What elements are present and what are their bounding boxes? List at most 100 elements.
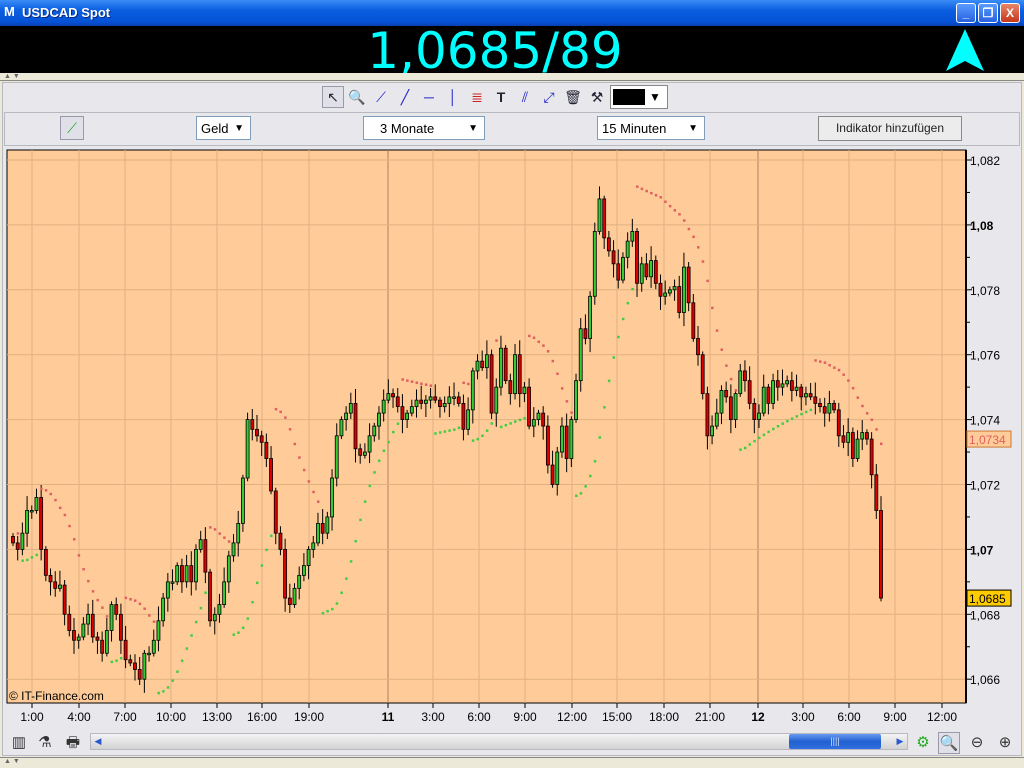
settings-icon[interactable]: ⚙ bbox=[912, 732, 934, 754]
add-indicator-button[interactable]: Indikator hinzufügen bbox=[818, 116, 962, 141]
fibonacci-icon[interactable]: ≣ bbox=[466, 86, 488, 108]
sar-dot bbox=[819, 360, 822, 363]
price-type-select[interactable]: Geld ▼ bbox=[196, 116, 251, 140]
collapse-strip-bottom[interactable]: ▲ ▼ bbox=[0, 757, 1024, 768]
candle-body bbox=[395, 396, 400, 408]
channel-icon[interactable]: ⫽ bbox=[514, 86, 536, 108]
scroll-thumb[interactable]: |||| bbox=[789, 734, 881, 749]
candle-body bbox=[560, 425, 564, 453]
candle-body bbox=[180, 565, 184, 583]
sar-dot bbox=[565, 400, 569, 403]
close-button[interactable]: X bbox=[1000, 3, 1020, 23]
sar-dot bbox=[302, 468, 306, 472]
sar-dot bbox=[668, 204, 672, 208]
indicators-icon[interactable]: ⚗ bbox=[34, 732, 56, 754]
candle-body bbox=[846, 432, 851, 443]
sar-dot bbox=[842, 373, 845, 376]
sar-dot bbox=[762, 433, 766, 437]
sar-dot bbox=[223, 536, 226, 539]
candle-body bbox=[663, 292, 668, 297]
x-tick-label: 9:00 bbox=[883, 710, 907, 724]
sar-dot bbox=[152, 620, 156, 623]
candle-body bbox=[334, 435, 339, 479]
pointer-icon[interactable]: ↖ bbox=[322, 86, 344, 108]
zoom-fit-icon[interactable]: 🔍 bbox=[938, 732, 960, 754]
sar-dot bbox=[429, 384, 433, 387]
candle-body bbox=[508, 380, 513, 395]
x-tick-label: 12 bbox=[751, 710, 765, 724]
sar-dot bbox=[706, 279, 709, 283]
candle bbox=[574, 373, 578, 423]
color-picker[interactable]: ▼ bbox=[610, 85, 668, 109]
sar-dot bbox=[387, 440, 390, 444]
sar-dot bbox=[58, 506, 62, 510]
minimize-button[interactable]: _ bbox=[956, 3, 976, 23]
zoom-out-icon[interactable]: ⊖ bbox=[966, 732, 988, 754]
scroll-right-icon[interactable]: ▶ bbox=[893, 734, 907, 749]
sar-dot bbox=[96, 598, 99, 602]
candle-body bbox=[320, 523, 325, 534]
candle-body bbox=[34, 497, 39, 511]
sar-dot bbox=[438, 431, 442, 434]
sar-dot bbox=[26, 558, 29, 562]
chart-type-icon[interactable]: ▥ bbox=[8, 732, 30, 754]
candle-body bbox=[250, 419, 255, 430]
zoom-in-icon[interactable]: ⊕ bbox=[994, 732, 1016, 754]
candle-body bbox=[62, 584, 67, 615]
chart-scrollbar[interactable]: ◀ |||| ▶ bbox=[90, 733, 908, 750]
candle-body bbox=[869, 438, 874, 476]
y-tick-label: 1,072 bbox=[970, 479, 1000, 493]
x-tick-label: 12:00 bbox=[927, 710, 957, 724]
tools-icon[interactable]: ⚒ bbox=[586, 86, 608, 108]
x-tick-label: 19:00 bbox=[294, 710, 324, 724]
candle-body bbox=[414, 399, 419, 408]
sar-dot bbox=[279, 410, 282, 414]
price-chart[interactable]: 1:00 4:00 7:00 10:00 13:00 16:00 19:00 11 3:00 6:… bbox=[5, 148, 1023, 730]
arrow-line-icon[interactable]: ⤢ bbox=[538, 86, 560, 108]
candle-body bbox=[874, 474, 879, 511]
candle-body bbox=[621, 256, 625, 281]
candle-body bbox=[574, 380, 578, 421]
sar-dot bbox=[697, 246, 700, 249]
horizontal-line-icon[interactable]: ─ bbox=[418, 86, 440, 108]
candle-body bbox=[832, 402, 836, 411]
restore-button[interactable]: ❐ bbox=[978, 3, 998, 23]
sar-dot bbox=[514, 420, 517, 423]
print-icon[interactable]: 🖶 bbox=[62, 732, 84, 754]
zoom-icon[interactable]: 🔍 bbox=[346, 86, 368, 108]
candle-body bbox=[109, 604, 114, 631]
text-icon[interactable]: T bbox=[490, 86, 512, 108]
x-tick-label: 21:00 bbox=[695, 710, 725, 724]
sar-dot bbox=[298, 456, 301, 459]
sar-dot bbox=[471, 439, 475, 442]
sar-dot bbox=[199, 606, 203, 610]
sar-dot bbox=[851, 386, 855, 390]
sar-dot bbox=[748, 443, 752, 446]
candle-body bbox=[714, 412, 719, 427]
sar-dot bbox=[490, 422, 494, 425]
trend-line-icon[interactable]: ╱ bbox=[394, 86, 416, 108]
sar-dot bbox=[692, 235, 695, 239]
trash-icon[interactable]: 🗑 bbox=[562, 86, 584, 108]
interval-select[interactable]: 15 Minuten ▼ bbox=[597, 116, 705, 140]
candle-body bbox=[522, 386, 527, 395]
chart-style-icon[interactable]: ⟋ bbox=[60, 116, 84, 140]
candle-body bbox=[738, 370, 743, 395]
sar-dot bbox=[509, 422, 512, 425]
line-icon[interactable]: ⟋ bbox=[370, 86, 392, 108]
candle-body bbox=[653, 260, 658, 284]
candle-body bbox=[226, 555, 231, 583]
candle-body bbox=[428, 396, 433, 401]
range-select[interactable]: 3 Monate ▼ bbox=[363, 116, 485, 140]
candle-body bbox=[555, 451, 560, 485]
candle-body bbox=[771, 380, 775, 404]
collapse-strip[interactable]: ▲ ▼ bbox=[0, 73, 1024, 81]
sar-dot bbox=[101, 606, 104, 609]
sar-dot bbox=[237, 631, 240, 634]
scroll-left-icon[interactable]: ◀ bbox=[91, 734, 105, 749]
sar-dot bbox=[129, 598, 132, 601]
vertical-line-icon[interactable]: │ bbox=[442, 86, 464, 108]
y-tick-label: 1,074 bbox=[970, 414, 1000, 428]
sar-dot bbox=[241, 626, 245, 630]
sar-dot bbox=[162, 690, 165, 693]
